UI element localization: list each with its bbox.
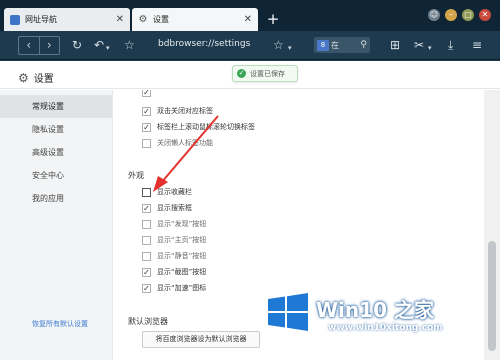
watermark-title: Win10 之家: [316, 298, 434, 322]
search-engine-icon[interactable]: 8: [317, 39, 329, 51]
nav-buttons: ‹ ›: [18, 36, 60, 55]
option-label: 标签栏上滚动鼠标滚轮切换标签: [157, 123, 255, 131]
checkbox[interactable]: [142, 235, 151, 245]
section-default-browser-title: 默认浏览器: [128, 317, 168, 326]
tab-bar: 网址导航 ✕ ⚙ 设置 ✕ + ☺ – □ ✕: [0, 0, 500, 31]
tab-nav[interactable]: 网址导航 ✕: [4, 8, 130, 31]
checkbox[interactable]: [142, 219, 151, 229]
option-row[interactable]: 显示收藏栏: [142, 186, 192, 198]
check-icon: ✓: [237, 69, 246, 78]
option-label: 显示“主页”按钮: [157, 236, 207, 244]
bookmark-icon: [10, 14, 20, 25]
reset-defaults-link[interactable]: 恢复所有默认设置: [32, 319, 88, 329]
option-label: 显示收藏栏: [157, 188, 192, 196]
checkbox[interactable]: [142, 138, 151, 148]
option-label: 显示“截图”按钮: [157, 268, 207, 276]
option-label: 显示“加速”图标: [157, 284, 207, 292]
sidebar-item-security[interactable]: 安全中心: [0, 164, 112, 187]
scissors-icon[interactable]: ✂: [414, 38, 424, 52]
set-default-browser-button[interactable]: 将百度浏览器设为默认浏览器: [142, 331, 260, 348]
option-row[interactable]: 关闭懒人标签功能: [142, 137, 213, 149]
close-icon[interactable]: ✕: [244, 14, 252, 25]
option-label: 双击关闭对应标签: [157, 107, 213, 115]
search-box[interactable]: 8 在 ⚲: [314, 37, 370, 53]
checkbox[interactable]: [142, 187, 151, 197]
undo-icon[interactable]: ↶: [94, 38, 104, 52]
checkbox[interactable]: ✓: [142, 122, 151, 132]
close-icon[interactable]: ✕: [116, 14, 124, 25]
refresh-icon[interactable]: ↻: [72, 38, 82, 52]
favorite-icon[interactable]: ☆: [124, 38, 135, 52]
option-row[interactable]: ✓ 显示“加速”图标: [142, 282, 206, 294]
saved-toast: ✓ 设置已保存: [232, 65, 298, 82]
search-input[interactable]: 在: [331, 40, 360, 51]
forward-button[interactable]: ›: [38, 37, 60, 54]
option-label: 显示搜索框: [157, 204, 192, 212]
tab-settings[interactable]: ⚙ 设置 ✕: [132, 8, 258, 31]
option-row[interactable]: ✓ 标签栏上滚动鼠标滚轮切换标签: [142, 121, 255, 133]
search-icon[interactable]: ⚲: [360, 40, 367, 50]
option-row-cut: ✓: [142, 90, 157, 98]
watermark-url: www.win10xitong.com: [328, 323, 443, 333]
settings-sidebar: 常规设置 隐私设置 高级设置 安全中心 我的应用 恢复所有默认设置: [0, 90, 113, 360]
checkbox[interactable]: ✓: [142, 283, 151, 293]
page-header: ⚙ 设置 ✓ 设置已保存: [0, 61, 500, 89]
sidebar-item-general[interactable]: 常规设置: [0, 95, 112, 118]
option-label: 关闭懒人标签功能: [157, 139, 213, 147]
page-title-text: 设置: [33, 74, 54, 85]
star-icon[interactable]: ☆: [273, 38, 284, 52]
watermark: Win10 之家 www.win10xitong.com: [262, 286, 500, 360]
checkbox[interactable]: [142, 251, 151, 261]
gear-icon: ⚙: [18, 70, 29, 85]
skin-icon[interactable]: ☺: [428, 9, 440, 21]
tab-label: 设置: [153, 15, 169, 24]
window-controls: ☺ – □ ✕: [428, 9, 491, 21]
checkbox[interactable]: ✓: [142, 203, 151, 213]
minimize-button[interactable]: –: [445, 9, 457, 21]
option-row[interactable]: 显示“静音”按钮: [142, 250, 206, 262]
address-bar[interactable]: bdbrowser://settings: [158, 39, 250, 49]
section-appearance-title: 外观: [128, 171, 144, 180]
option-row[interactable]: ✓ 显示“截图”按钮: [142, 266, 206, 278]
checkbox[interactable]: ✓: [142, 90, 151, 97]
option-row[interactable]: ✓ 显示搜索框: [142, 202, 192, 214]
option-label: 显示“发现”按钮: [157, 220, 207, 228]
option-row[interactable]: 显示“发现”按钮: [142, 218, 206, 230]
gear-icon: ⚙: [138, 13, 148, 25]
windows-logo-icon: [268, 293, 308, 331]
sidebar-item-privacy[interactable]: 隐私设置: [0, 118, 112, 141]
chevron-down-icon[interactable]: ▾: [288, 41, 292, 55]
back-button[interactable]: ‹: [19, 37, 39, 54]
tab-label: 网址导航: [25, 15, 57, 24]
chevron-down-icon[interactable]: ▾: [428, 41, 432, 55]
option-label: 显示“静音”按钮: [157, 252, 207, 260]
chevron-down-icon[interactable]: ▾: [106, 41, 110, 55]
sidebar-item-apps[interactable]: 我的应用: [0, 187, 112, 210]
apps-icon[interactable]: ⊞: [390, 38, 400, 52]
checkbox[interactable]: ✓: [142, 106, 151, 116]
option-row[interactable]: 显示“主页”按钮: [142, 234, 206, 246]
toast-text: 设置已保存: [250, 69, 285, 78]
menu-icon[interactable]: ≡: [472, 38, 482, 52]
checkbox[interactable]: ✓: [142, 267, 151, 277]
sidebar-item-advanced[interactable]: 高级设置: [0, 141, 112, 164]
close-window-button[interactable]: ✕: [479, 9, 491, 21]
new-tab-button[interactable]: +: [264, 11, 282, 27]
option-row[interactable]: ✓ 双击关闭对应标签: [142, 105, 213, 117]
browser-toolbar: ‹ › ↻ ↶ ▾ ☆ bdbrowser://settings ☆ ▾ 8 在…: [0, 31, 500, 60]
download-icon[interactable]: ⤓: [448, 38, 453, 52]
maximize-button[interactable]: □: [462, 9, 474, 21]
page-title: ⚙ 设置: [18, 70, 54, 86]
